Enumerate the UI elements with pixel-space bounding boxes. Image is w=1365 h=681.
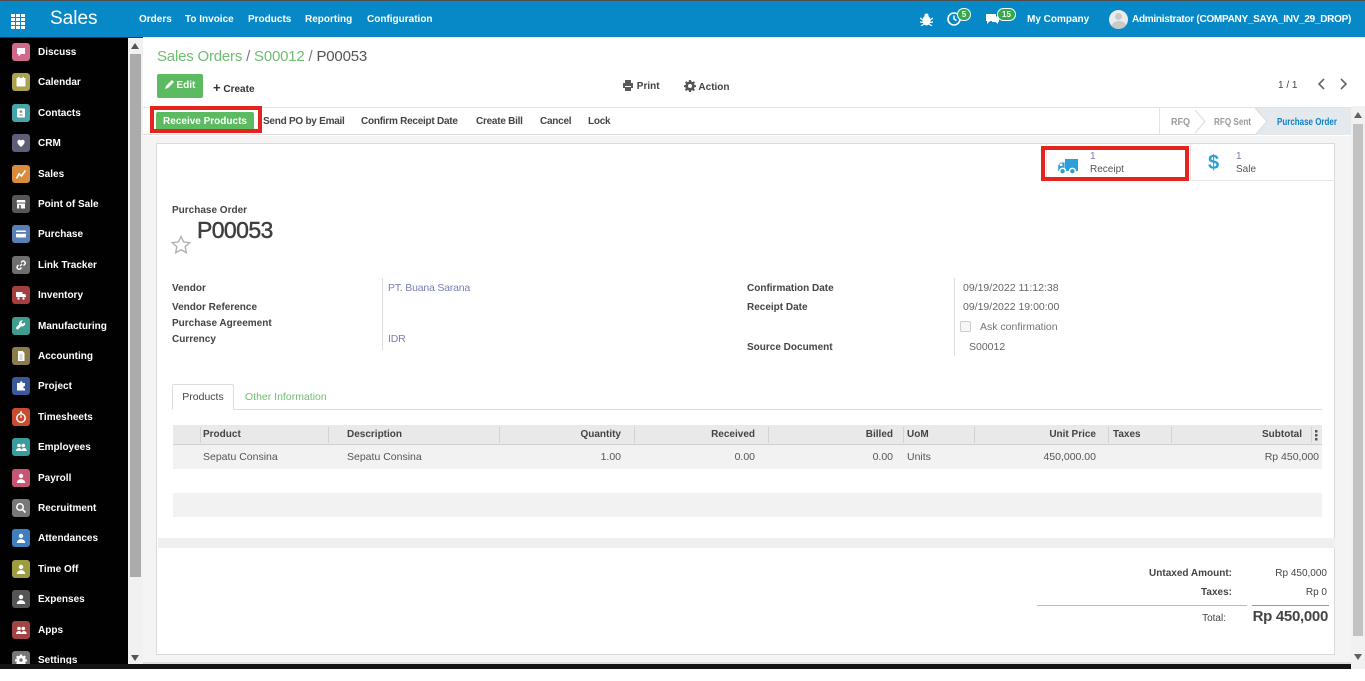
svg-text:RFQ Sent: RFQ Sent (1214, 117, 1252, 128)
svg-text:Purchase Order: Purchase Order (1277, 117, 1337, 128)
svg-text:RFQ: RFQ (1171, 117, 1190, 128)
